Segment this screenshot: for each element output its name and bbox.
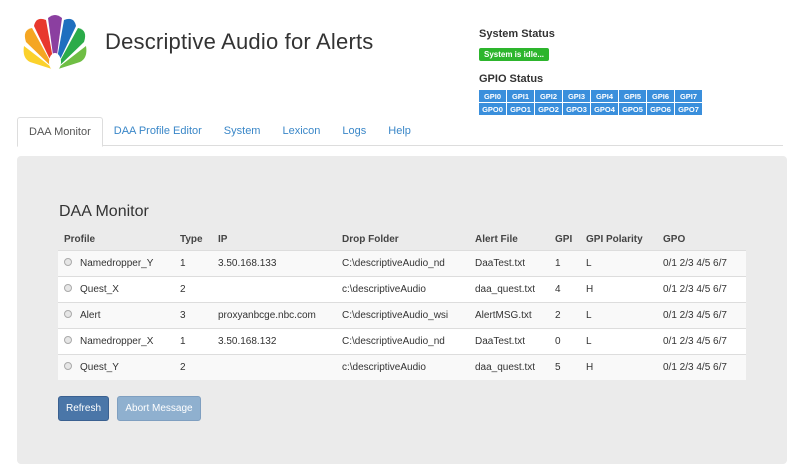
cell-profile: Namedropper_X <box>80 336 154 347</box>
gpi-row: GPI0 GPI1 GPI2 GPI3 GPI4 GPI5 GPI6 GPI7 <box>479 90 702 102</box>
column-header: GPO <box>663 233 686 245</box>
gpi-chip: GPI3 <box>563 90 590 102</box>
cell-gpo: 0/1 2/3 4/5 6/7 <box>663 362 727 373</box>
gpio-status: GPIO Status GPI0 GPI1 GPI2 GPI3 GPI4 GPI… <box>479 73 702 116</box>
main-tabs: DAA Monitor DAA Profile Editor System Le… <box>17 117 783 147</box>
gpo-chip: GPO7 <box>675 103 702 115</box>
gpo-chip: GPO1 <box>507 103 534 115</box>
tab-system[interactable]: System <box>213 117 272 146</box>
table-header: Profile Type IP Drop Folder Alert File G… <box>58 228 746 250</box>
tab-daa-profile-editor[interactable]: DAA Profile Editor <box>103 117 213 146</box>
cell-alert-file: AlertMSG.txt <box>475 310 532 321</box>
refresh-button[interactable]: Refresh <box>58 396 109 421</box>
column-header: Type <box>180 233 203 245</box>
cell-profile: Quest_X <box>80 284 119 295</box>
cell-gpi-polarity: L <box>586 258 592 269</box>
gpo-chip: GPO3 <box>563 103 590 115</box>
gpio-status-heading: GPIO Status <box>479 73 544 85</box>
table-row[interactable]: Alert 3 proxyanbcge.nbc.com C:\descripti… <box>58 302 746 328</box>
cell-type: 2 <box>180 362 186 373</box>
profile-table: Profile Type IP Drop Folder Alert File G… <box>58 228 746 380</box>
tab-daa-monitor[interactable]: DAA Monitor <box>17 117 103 147</box>
cell-ip: 3.50.168.132 <box>218 336 277 347</box>
cell-gpo: 0/1 2/3 4/5 6/7 <box>663 310 727 321</box>
tab-logs[interactable]: Logs <box>331 117 377 146</box>
row-select-radio[interactable] <box>64 336 72 344</box>
system-status-badge: System is idle... <box>479 48 550 61</box>
table-row[interactable]: Namedropper_Y 1 3.50.168.133 C:\descript… <box>58 250 746 276</box>
cell-alert-file: DaaTest.txt <box>475 336 526 347</box>
cell-gpi: 1 <box>555 258 561 269</box>
row-select-radio[interactable] <box>64 258 72 266</box>
cell-gpi-polarity: L <box>586 310 592 321</box>
column-header: Alert File <box>475 233 518 245</box>
gpo-chip: GPO5 <box>619 103 646 115</box>
cell-alert-file: daa_quest.txt <box>475 362 536 373</box>
gpo-chip: GPO6 <box>647 103 674 115</box>
panel-title: DAA Monitor <box>59 203 149 220</box>
cell-drop-folder: C:\descriptiveAudio_nd <box>342 258 445 269</box>
app-title: Descriptive Audio for Alerts <box>105 29 374 54</box>
cell-gpi-polarity: H <box>586 284 594 295</box>
gpo-chip: GPO2 <box>535 103 562 115</box>
cell-gpi: 5 <box>555 362 561 373</box>
cell-drop-folder: c:\descriptiveAudio <box>342 284 426 295</box>
cell-drop-folder: c:\descriptiveAudio <box>342 362 426 373</box>
system-status: System Status System is idle... <box>479 28 555 62</box>
cell-drop-folder: C:\descriptiveAudio_nd <box>342 336 445 347</box>
column-header: IP <box>218 233 228 245</box>
gpi-chip: GPI6 <box>647 90 674 102</box>
row-select-radio[interactable] <box>64 284 72 292</box>
abort-message-button[interactable]: Abort Message <box>117 396 201 421</box>
tab-help[interactable]: Help <box>377 117 422 146</box>
gpi-chip: GPI0 <box>479 90 506 102</box>
cell-drop-folder: C:\descriptiveAudio_wsi <box>342 310 449 321</box>
cell-profile: Quest_Y <box>80 362 119 373</box>
peacock-logo <box>23 15 87 71</box>
monitor-panel: DAA Monitor Profile Type IP Drop Folder … <box>17 156 787 464</box>
cell-type: 1 <box>180 258 186 269</box>
gpi-chip: GPI2 <box>535 90 562 102</box>
cell-type: 3 <box>180 310 186 321</box>
table-row[interactable]: Namedropper_X 1 3.50.168.132 C:\descript… <box>58 328 746 354</box>
cell-type: 1 <box>180 336 186 347</box>
gpo-chip: GPO0 <box>479 103 506 115</box>
gpo-chip: GPO4 <box>591 103 618 115</box>
row-select-radio[interactable] <box>64 362 72 370</box>
cell-gpi: 0 <box>555 336 561 347</box>
cell-gpi: 2 <box>555 310 561 321</box>
column-header: Drop Folder <box>342 233 399 245</box>
cell-gpo: 0/1 2/3 4/5 6/7 <box>663 336 727 347</box>
cell-ip: 3.50.168.133 <box>218 258 277 269</box>
tab-lexicon[interactable]: Lexicon <box>271 117 331 146</box>
cell-ip: proxyanbcge.nbc.com <box>218 310 316 321</box>
cell-gpo: 0/1 2/3 4/5 6/7 <box>663 258 727 269</box>
cell-profile: Namedropper_Y <box>80 258 154 269</box>
cell-gpi-polarity: H <box>586 362 594 373</box>
column-header: GPI Polarity <box>586 233 643 245</box>
gpi-chip: GPI1 <box>507 90 534 102</box>
gpi-chip: GPI7 <box>675 90 702 102</box>
table-row[interactable]: Quest_X 2 c:\descriptiveAudio daa_quest.… <box>58 276 746 302</box>
cell-alert-file: daa_quest.txt <box>475 284 536 295</box>
cell-gpo: 0/1 2/3 4/5 6/7 <box>663 284 727 295</box>
cell-gpi-polarity: L <box>586 336 592 347</box>
cell-type: 2 <box>180 284 186 295</box>
cell-gpi: 4 <box>555 284 561 295</box>
cell-alert-file: DaaTest.txt <box>475 258 526 269</box>
gpo-row: GPO0 GPO1 GPO2 GPO3 GPO4 GPO5 GPO6 GPO7 <box>479 103 702 115</box>
column-header: GPI <box>555 233 573 245</box>
row-select-radio[interactable] <box>64 310 72 318</box>
gpi-chip: GPI4 <box>591 90 618 102</box>
cell-profile: Alert <box>80 310 101 321</box>
table-row[interactable]: Quest_Y 2 c:\descriptiveAudio daa_quest.… <box>58 354 746 380</box>
column-header: Profile <box>64 233 96 245</box>
gpi-chip: GPI5 <box>619 90 646 102</box>
system-status-heading: System Status <box>479 28 555 40</box>
